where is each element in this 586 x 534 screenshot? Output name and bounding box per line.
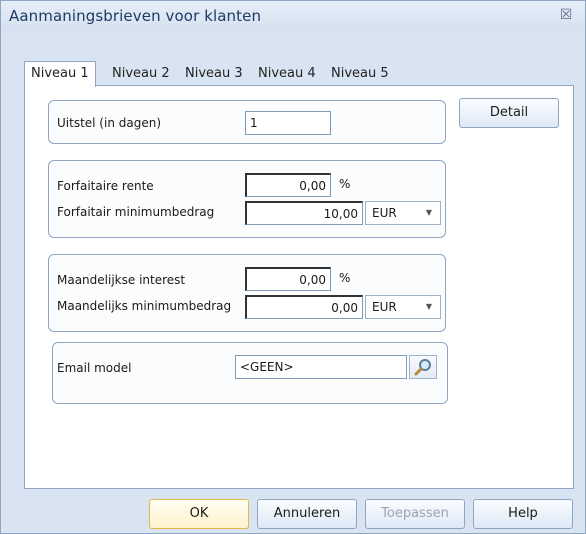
magnifier-icon[interactable] [409,355,437,379]
tab-niveau-4[interactable]: Niveau 4 [258,63,316,85]
monthly-currency-value: EUR [372,300,397,314]
apply-button: Toepassen [365,499,465,529]
delay-input[interactable]: 1 [245,111,331,135]
monthly-rate-label: Maandelijkse interest [57,273,186,287]
email-model-input[interactable]: <GEEN> [235,355,407,379]
monthly-currency-select[interactable]: EUR ▼ [365,295,441,319]
monthly-rate-input[interactable]: 0,00 [245,267,331,291]
fixed-rate-label: Forfaitaire rente [57,179,154,193]
fixed-currency-value: EUR [372,206,397,220]
tab-niveau-2[interactable]: Niveau 2 [112,63,170,85]
tab-niveau-3[interactable]: Niveau 3 [185,63,243,85]
monthly-min-label: Maandelijks minimumbedrag [57,299,232,313]
tab-strip: Niveau 1 Niveau 2 Niveau 3 Niveau 4 Nive… [24,61,564,87]
tab-niveau-1[interactable]: Niveau 1 [24,61,96,87]
fixed-rate-unit: % [339,177,351,191]
dialog-window: Aanmaningsbrieven voor klanten ☒ Niveau … [0,0,586,534]
chevron-down-icon: ▼ [425,208,432,217]
delay-group: Uitstel (in dagen) 1 [48,100,446,144]
monthly-rate-unit: % [339,271,351,285]
detail-button[interactable]: Detail [459,98,559,128]
fixed-min-input[interactable]: 10,00 [245,201,363,225]
delay-label: Uitstel (in dagen) [57,116,162,130]
window-title: Aanmaningsbrieven voor klanten [9,7,262,25]
cancel-button[interactable]: Annuleren [257,499,357,529]
fixed-rate-input[interactable]: 0,00 [245,173,331,197]
monthly-min-input[interactable]: 0,00 [245,295,363,319]
help-button[interactable]: Help [473,499,573,529]
close-icon[interactable]: ☒ [557,7,575,23]
fixed-currency-select[interactable]: EUR ▼ [365,201,441,225]
tab-panel: Uitstel (in dagen) 1 Detail Forfaitaire … [24,85,574,489]
fixed-interest-group: Forfaitaire rente 0,00 % Forfaitair mini… [48,160,446,238]
monthly-interest-group: Maandelijkse interest 0,00 % Maandelijks… [48,254,446,332]
chevron-down-icon: ▼ [425,302,432,311]
email-model-group: Email model <GEEN> [52,342,448,404]
email-model-label: Email model [57,361,132,375]
ok-button[interactable]: OK [149,499,249,529]
title-bar[interactable]: Aanmaningsbrieven voor klanten ☒ [1,1,585,31]
fixed-min-label: Forfaitair minimumbedrag [57,205,215,219]
tab-niveau-5[interactable]: Niveau 5 [331,63,389,85]
